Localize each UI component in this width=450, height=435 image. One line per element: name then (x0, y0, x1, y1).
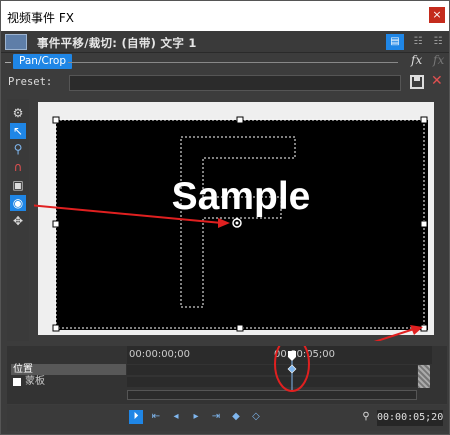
last-keyframe-button[interactable]: ⇥ (209, 410, 223, 424)
fx-plugin-icon[interactable]: fx (411, 53, 422, 67)
pointer-icon[interactable]: ↖ (10, 123, 26, 139)
plugin-chain: Pan/Crop fx fx (1, 53, 449, 71)
event-header: 事件平移/裁切: (自带) 文字 1 ▤ ☷ ☷ (1, 31, 449, 53)
crop-icon[interactable]: ▣ (10, 177, 26, 193)
move-icon[interactable]: ✥ (10, 213, 26, 229)
zoom-icon[interactable]: ⚲ (10, 141, 26, 157)
corner-handle[interactable] (52, 116, 60, 124)
timecode-display[interactable]: 00:00:05;20 (377, 410, 443, 426)
preset-row: Preset: ✕ (1, 73, 449, 93)
corner-handle[interactable] (420, 324, 428, 332)
preset-dropdown[interactable] (69, 75, 401, 91)
keyframe-timeline: 00:00:00;00 00:00:05;00 位置 蒙板 (7, 346, 447, 404)
edge-handle[interactable] (236, 324, 244, 332)
view-mode-button-2[interactable]: ☷ (409, 34, 427, 50)
edge-handle[interactable] (236, 116, 244, 124)
add-keyframe-button[interactable]: ◆ (229, 410, 243, 424)
save-preset-icon[interactable] (410, 75, 424, 89)
timeline-overlay (274, 346, 310, 392)
fx-remove-icon[interactable]: fx (433, 53, 444, 67)
keyframe-marker[interactable] (287, 364, 297, 374)
title-bar: 视频事件 FX × (1, 1, 449, 31)
gear-icon[interactable]: ⚙ (10, 105, 26, 121)
pan-crop-chip[interactable]: Pan/Crop (13, 54, 72, 69)
edge-handle[interactable] (420, 220, 428, 228)
corner-handle[interactable] (420, 116, 428, 124)
edge-handle[interactable] (52, 220, 60, 228)
annotation-arrow (373, 328, 415, 341)
close-button[interactable]: × (429, 7, 445, 23)
view-mode-button-3[interactable]: ☷ (429, 34, 447, 50)
keyframe-toolbar: ⏵ ⇤ ◂ ▸ ⇥ ◆ ◇ ⚲ 00:00:05;20 (7, 405, 447, 431)
delete-keyframe-button[interactable]: ◇ (249, 410, 263, 424)
playhead-handle[interactable] (288, 351, 296, 361)
prev-keyframe-button[interactable]: ◂ (169, 410, 183, 424)
event-icon (5, 34, 27, 50)
marker-icon[interactable]: ⚲ (359, 410, 373, 424)
first-keyframe-button[interactable]: ⇤ (149, 410, 163, 424)
preview-canvas[interactable]: Sample (34, 99, 446, 341)
event-title: 事件平移/裁切: (自带) 文字 1 (37, 36, 197, 50)
window-title: 视频事件 FX (7, 11, 74, 25)
view-mode-button-1[interactable]: ▤ (386, 34, 404, 50)
magnet-icon[interactable]: ∩ (10, 159, 26, 175)
overlay-svg: Sample (34, 116, 428, 341)
corner-handle[interactable] (52, 324, 60, 332)
sync-cursor-button[interactable]: ⏵ (129, 410, 143, 424)
sample-text: Sample (172, 175, 311, 218)
pan-crop-window: 视频事件 FX × 事件平移/裁切: (自带) 文字 1 ▤ ☷ ☷ Pan/C… (0, 0, 450, 435)
preset-label: Preset: (8, 76, 53, 88)
delete-preset-icon[interactable]: ✕ (431, 73, 443, 89)
next-keyframe-button[interactable]: ▸ (189, 410, 203, 424)
center-icon[interactable]: ◉ (10, 195, 26, 211)
tool-strip: ⚙ ↖ ⚲ ∩ ▣ ◉ ✥ (7, 99, 29, 341)
